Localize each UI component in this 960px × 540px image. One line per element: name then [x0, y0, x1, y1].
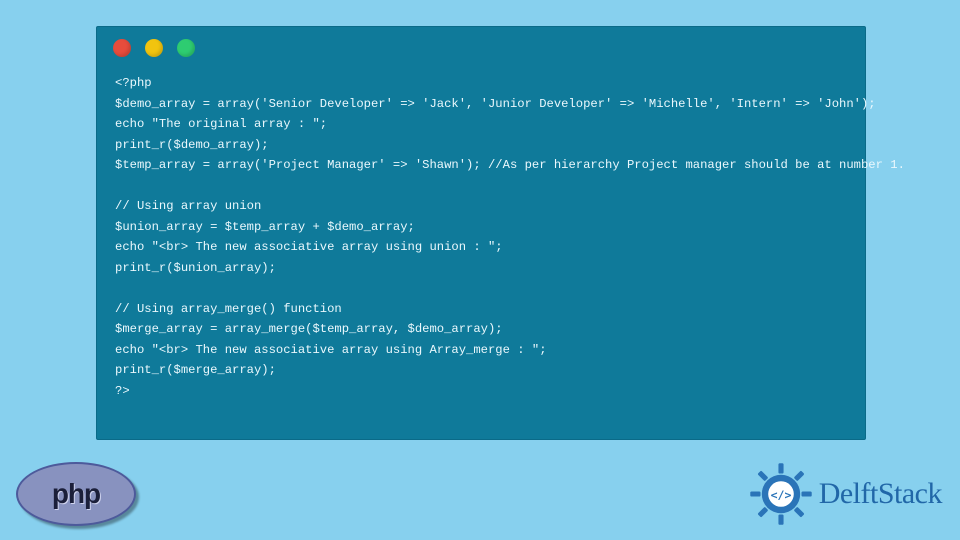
delftstack-gear-icon: </> — [749, 462, 813, 526]
php-logo-icon: php — [16, 462, 136, 526]
delftstack-logo-label: DelftStack — [819, 477, 942, 511]
traffic-light-close-icon — [113, 39, 131, 57]
code-block: <?php $demo_array = array('Senior Develo… — [97, 63, 865, 415]
window-titlebar — [97, 27, 865, 63]
traffic-light-minimize-icon — [145, 39, 163, 57]
code-window: <?php $demo_array = array('Senior Develo… — [96, 26, 866, 440]
traffic-light-zoom-icon — [177, 39, 195, 57]
php-logo-label: php — [52, 478, 100, 510]
svg-text:</>: </> — [770, 488, 791, 502]
delftstack-logo: </> DelftStack — [749, 462, 942, 526]
